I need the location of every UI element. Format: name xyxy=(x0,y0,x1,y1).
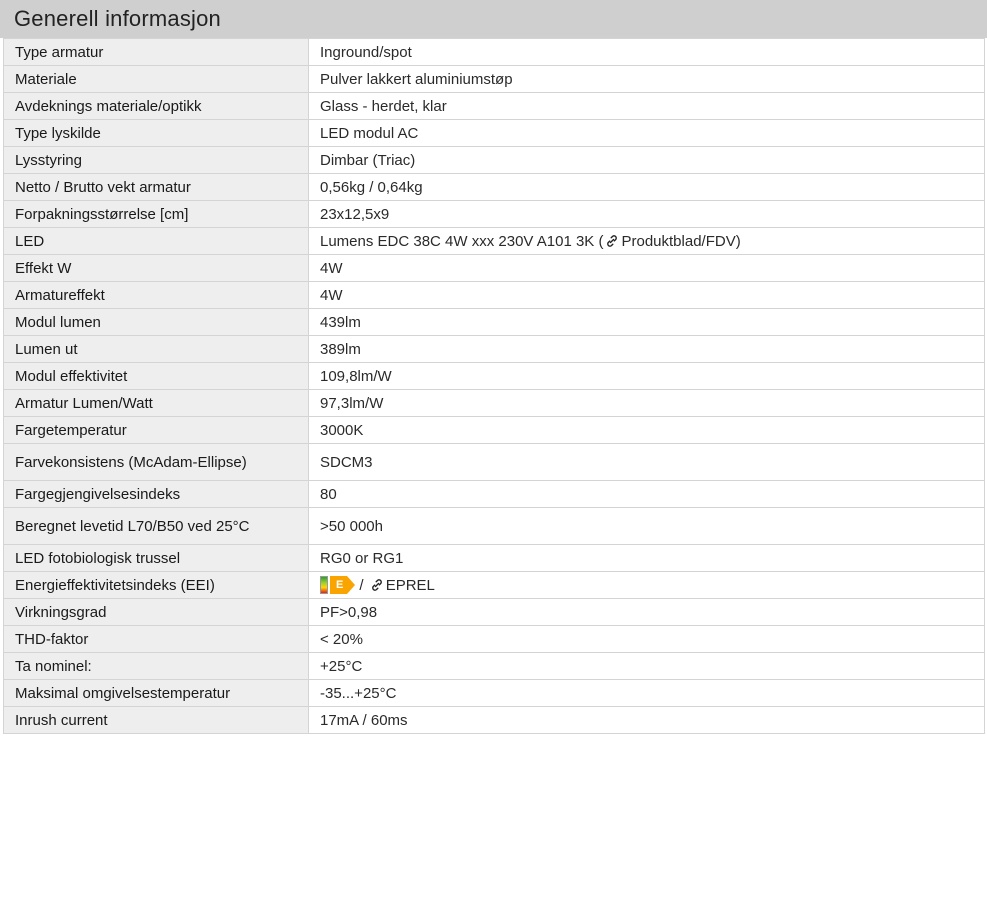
spec-value: SDCM3 xyxy=(308,443,985,481)
spec-value: 4W xyxy=(308,281,985,309)
spec-value: 80 xyxy=(308,480,985,508)
spec-label: Netto / Brutto vekt armatur xyxy=(3,173,309,201)
spec-value: Glass - herdet, klar xyxy=(308,92,985,120)
energy-label-icon[interactable]: E xyxy=(320,576,356,594)
spec-value: LED modul AC xyxy=(308,119,985,147)
spec-row-farvekonsistens: Farvekonsistens (McAdam-Ellipse) SDCM3 xyxy=(3,443,985,481)
spec-row-thd: THD-faktor < 20% xyxy=(3,625,985,653)
spec-row-type-armatur: Type armatur Inground/spot xyxy=(3,38,985,66)
spec-label: Armatureffekt xyxy=(3,281,309,309)
spec-label: Materiale xyxy=(3,65,309,93)
spec-label: Fargetemperatur xyxy=(3,416,309,444)
led-model-text: Lumens EDC 38C 4W xxx 230V A101 3K ( xyxy=(320,232,604,250)
spec-row-inrush: Inrush current 17mA / 60ms xyxy=(3,706,985,734)
spec-label: Lysstyring xyxy=(3,146,309,174)
produktblad-link[interactable]: Produktblad/FDV xyxy=(621,233,735,250)
spec-row-armatureffekt: Armatureffekt 4W xyxy=(3,281,985,309)
section-title: Generell informasjon xyxy=(14,6,221,31)
spec-row-led: LED Lumens EDC 38C 4W xxx 230V A101 3K (… xyxy=(3,227,985,255)
spec-value: PF>0,98 xyxy=(308,598,985,626)
spec-label: Type armatur xyxy=(3,38,309,66)
spec-label: Type lyskilde xyxy=(3,119,309,147)
spec-table: Type armatur Inground/spot Materiale Pul… xyxy=(3,38,985,734)
spec-row-type-lyskilde: Type lyskilde LED modul AC xyxy=(3,119,985,147)
eprel-link[interactable]: EPREL xyxy=(386,577,435,594)
spec-label: Energieffektivitetsindeks (EEI) xyxy=(3,571,309,599)
eei-separator: / xyxy=(359,577,364,594)
spec-label: Forpakningsstørrelse [cm] xyxy=(3,200,309,228)
spec-label: Avdeknings materiale/optikk xyxy=(3,92,309,120)
spec-row-lumen-ut: Lumen ut 389lm xyxy=(3,335,985,363)
spec-row-fotobiologisk: LED fotobiologisk trussel RG0 or RG1 xyxy=(3,544,985,572)
spec-label: Inrush current xyxy=(3,706,309,734)
spec-value: 4W xyxy=(308,254,985,282)
spec-row-levetid: Beregnet levetid L70/B50 ved 25°C >50 00… xyxy=(3,507,985,545)
spec-row-omgivelsestemp: Maksimal omgivelsestemperatur -35...+25°… xyxy=(3,679,985,707)
spec-value-eei: E / EPREL xyxy=(308,571,985,599)
link-icon[interactable] xyxy=(370,578,384,592)
spec-label: Ta nominel: xyxy=(3,652,309,680)
spec-row-effekt: Effekt W 4W xyxy=(3,254,985,282)
spec-label: Armatur Lumen/Watt xyxy=(3,389,309,417)
link-icon[interactable] xyxy=(605,234,619,248)
spec-row-fargetemperatur: Fargetemperatur 3000K xyxy=(3,416,985,444)
led-model-suffix: ) xyxy=(735,232,741,250)
spec-value-led: Lumens EDC 38C 4W xxx 230V A101 3K ( Prod… xyxy=(308,227,985,255)
spec-value: Dimbar (Triac) xyxy=(308,146,985,174)
spec-label: LED fotobiologisk trussel xyxy=(3,544,309,572)
spec-row-modul-effektivitet: Modul effektivitet 109,8lm/W xyxy=(3,362,985,390)
spec-row-lumen-watt: Armatur Lumen/Watt 97,3lm/W xyxy=(3,389,985,417)
spec-value: >50 000h xyxy=(308,507,985,545)
spec-row-lysstyring: Lysstyring Dimbar (Triac) xyxy=(3,146,985,174)
spec-row-avdeknings: Avdeknings materiale/optikk Glass - herd… xyxy=(3,92,985,120)
spec-value: -35...+25°C xyxy=(308,679,985,707)
spec-value: Inground/spot xyxy=(308,38,985,66)
spec-value: 97,3lm/W xyxy=(308,389,985,417)
spec-row-forpakning: Forpakningsstørrelse [cm] 23x12,5x9 xyxy=(3,200,985,228)
spec-value: RG0 or RG1 xyxy=(308,544,985,572)
spec-label: THD-faktor xyxy=(3,625,309,653)
spec-label: Virkningsgrad xyxy=(3,598,309,626)
spec-value: 17mA / 60ms xyxy=(308,706,985,734)
section-header: Generell informasjon xyxy=(0,0,987,38)
spec-label: Effekt W xyxy=(3,254,309,282)
spec-row-modul-lumen: Modul lumen 439lm xyxy=(3,308,985,336)
spec-value: +25°C xyxy=(308,652,985,680)
spec-value: 23x12,5x9 xyxy=(308,200,985,228)
energy-class-badge: E xyxy=(330,576,356,594)
spec-value: 0,56kg / 0,64kg xyxy=(308,173,985,201)
spec-label: Fargegjengivelsesindeks xyxy=(3,480,309,508)
spec-value: Pulver lakkert aluminiumstøp xyxy=(308,65,985,93)
spec-value: 439lm xyxy=(308,308,985,336)
spec-label: Farvekonsistens (McAdam-Ellipse) xyxy=(3,443,309,481)
spec-value: 109,8lm/W xyxy=(308,362,985,390)
spec-value: 3000K xyxy=(308,416,985,444)
spec-row-materiale: Materiale Pulver lakkert aluminiumstøp xyxy=(3,65,985,93)
spec-row-ta-nominel: Ta nominel: +25°C xyxy=(3,652,985,680)
spec-row-fargegjengivelse: Fargegjengivelsesindeks 80 xyxy=(3,480,985,508)
spec-value: < 20% xyxy=(308,625,985,653)
spec-label: Beregnet levetid L70/B50 ved 25°C xyxy=(3,507,309,545)
spec-row-virkningsgrad: Virkningsgrad PF>0,98 xyxy=(3,598,985,626)
spec-value: 389lm xyxy=(308,335,985,363)
spec-label: Modul effektivitet xyxy=(3,362,309,390)
spec-row-vekt: Netto / Brutto vekt armatur 0,56kg / 0,6… xyxy=(3,173,985,201)
spec-label: Lumen ut xyxy=(3,335,309,363)
spec-panel: Generell informasjon Type armatur Ingrou… xyxy=(0,0,987,922)
spec-label: Modul lumen xyxy=(3,308,309,336)
spec-label: Maksimal omgivelsestemperatur xyxy=(3,679,309,707)
spec-label: LED xyxy=(3,227,309,255)
spec-row-eei: Energieffektivitetsindeks (EEI) E / EPREL xyxy=(3,571,985,599)
